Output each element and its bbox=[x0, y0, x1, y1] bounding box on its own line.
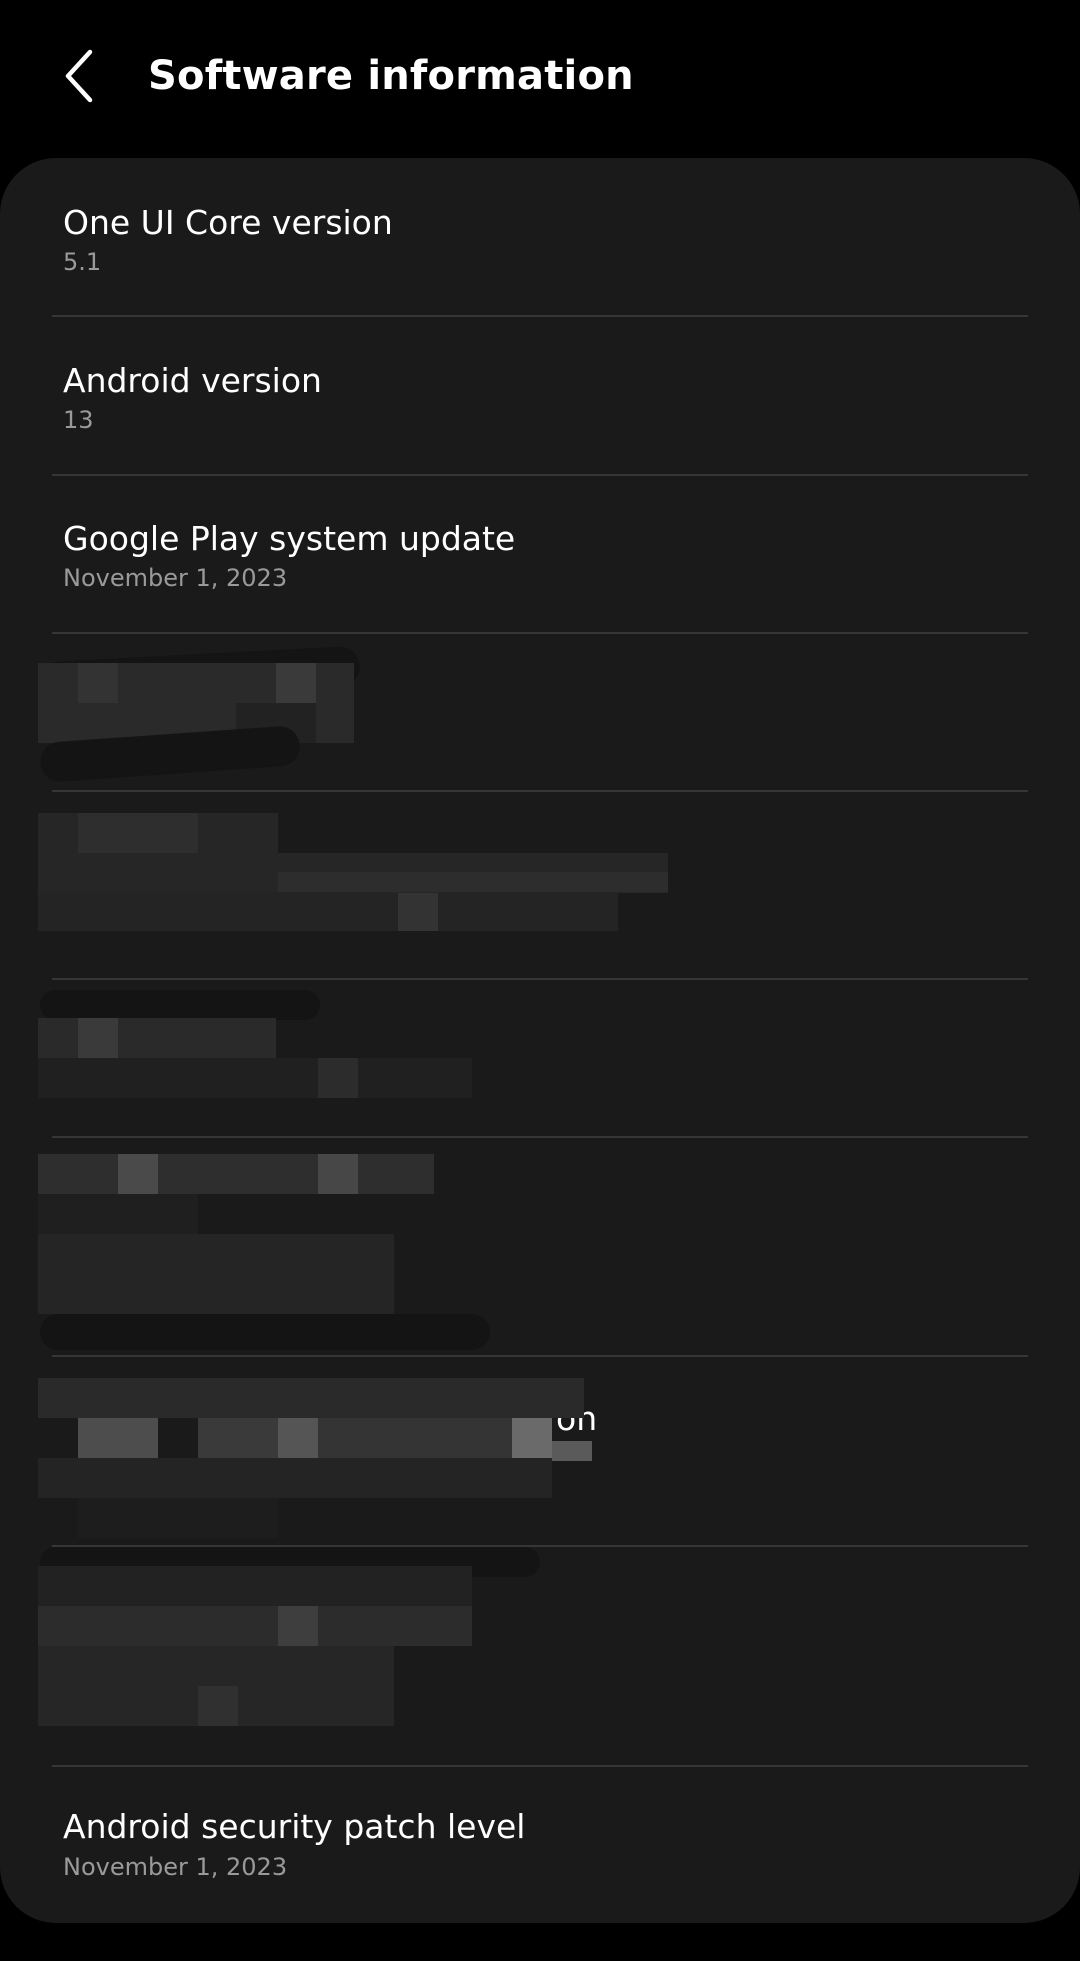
item-title: Android version bbox=[63, 361, 322, 400]
back-button[interactable] bbox=[48, 36, 118, 116]
pixel-tile bbox=[118, 1154, 158, 1194]
pixel-tile bbox=[78, 1498, 278, 1538]
chevron-left-icon bbox=[65, 49, 93, 103]
pixel-tile bbox=[278, 872, 668, 892]
list-item-android-version[interactable]: Android version 13 bbox=[0, 317, 1080, 475]
pixel-tile bbox=[318, 1418, 512, 1458]
pixel-tile bbox=[78, 1018, 118, 1058]
list-item-one-ui-core-version[interactable]: One UI Core version 5.1 bbox=[0, 158, 1080, 316]
redaction-scribble bbox=[40, 990, 320, 1020]
settings-card: One UI Core version 5.1 Android version … bbox=[0, 158, 1080, 1923]
list-item-google-play-system-update[interactable]: Google Play system update November 1, 20… bbox=[0, 476, 1080, 634]
pixel-tile bbox=[552, 1441, 592, 1461]
redaction-scribble bbox=[40, 1314, 490, 1350]
pixel-tile bbox=[78, 1418, 158, 1458]
pixelated-redaction bbox=[38, 1234, 394, 1314]
item-title: Android security patch level bbox=[63, 1807, 526, 1846]
item-summary: 5.1 bbox=[63, 248, 102, 276]
pixel-tile bbox=[198, 1418, 278, 1458]
pixelated-redaction bbox=[38, 1566, 472, 1606]
pixelated-redaction bbox=[38, 1154, 434, 1194]
pixel-tile bbox=[38, 1194, 198, 1234]
item-summary: November 1, 2023 bbox=[63, 564, 288, 592]
redacted-list-item[interactable] bbox=[0, 980, 1080, 1136]
pixel-tile bbox=[38, 893, 618, 931]
pixel-tile bbox=[78, 813, 198, 853]
pixel-tile bbox=[38, 1458, 552, 1498]
redacted-list-item[interactable] bbox=[0, 1547, 1080, 1763]
redacted-list-item[interactable]: on bbox=[0, 1357, 1080, 1545]
page-title: Software information bbox=[148, 53, 634, 99]
app-bar: Software information bbox=[0, 0, 1080, 158]
pixel-tile bbox=[276, 663, 316, 703]
item-summary: 13 bbox=[63, 406, 94, 434]
redacted-list-item[interactable] bbox=[0, 792, 1080, 978]
item-summary: November 1, 2023 bbox=[63, 1853, 288, 1881]
pixelated-redaction bbox=[38, 1378, 584, 1418]
item-title: One UI Core version bbox=[63, 203, 393, 242]
pixel-tile bbox=[78, 663, 118, 703]
pixel-tile bbox=[398, 893, 438, 931]
list-item-android-security-patch-level[interactable]: Android security patch level November 1,… bbox=[0, 1767, 1080, 1923]
pixelated-redaction bbox=[38, 1606, 472, 1646]
redacted-list-item[interactable] bbox=[0, 1138, 1080, 1354]
pixel-tile bbox=[278, 1418, 318, 1458]
pixel-tile bbox=[278, 1606, 318, 1646]
pixel-tile bbox=[318, 1058, 358, 1098]
item-title: Google Play system update bbox=[63, 519, 516, 558]
pixel-tile bbox=[198, 1686, 238, 1726]
pixelated-redaction bbox=[38, 1058, 472, 1098]
pixel-tile bbox=[512, 1418, 552, 1458]
pixel-tile bbox=[318, 1154, 358, 1194]
pixelated-redaction bbox=[38, 1018, 276, 1058]
redacted-list-item[interactable] bbox=[0, 634, 1080, 790]
